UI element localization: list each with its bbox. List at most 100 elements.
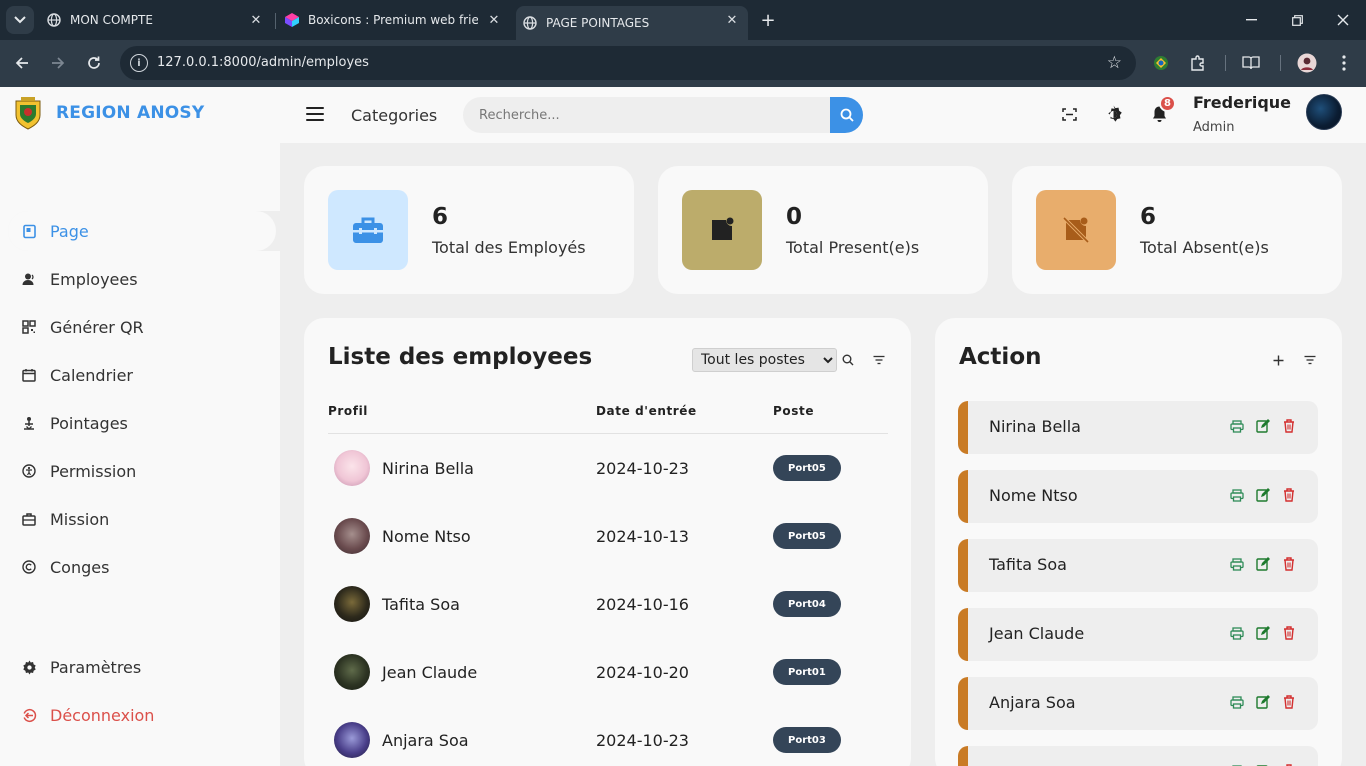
close-icon[interactable]: ✕	[722, 10, 742, 30]
employee-date: 2024-10-13	[596, 527, 689, 546]
sidebar-item-permission[interactable]: Permission	[8, 451, 280, 491]
print-icon[interactable]	[1229, 694, 1245, 710]
tab-divider	[275, 13, 276, 29]
panel-title: Liste des employees	[328, 344, 593, 370]
reload-button[interactable]	[82, 51, 106, 75]
action-item: Nirina Bella	[958, 401, 1318, 454]
filter-icon[interactable]	[871, 352, 887, 368]
fullscreen-button[interactable]	[1058, 103, 1080, 125]
profile-avatar-icon[interactable]	[1296, 52, 1318, 74]
stat-value: 0	[786, 204, 803, 230]
filter-icon[interactable]	[1302, 352, 1318, 368]
trash-icon[interactable]	[1281, 625, 1297, 641]
notification-badge: 8	[1159, 95, 1176, 112]
reading-mode-icon[interactable]	[1240, 52, 1262, 74]
table-row[interactable]: Anjara Soa 2024-10-23 Port03	[328, 706, 888, 766]
theme-toggle-button[interactable]	[1102, 103, 1124, 125]
edit-icon[interactable]	[1255, 625, 1271, 641]
edit-icon[interactable]	[1255, 487, 1271, 503]
sidebar-item-label: Permission	[50, 461, 137, 481]
restore-button[interactable]	[1282, 8, 1312, 32]
print-icon[interactable]	[1229, 487, 1245, 503]
accessibility-icon	[20, 462, 38, 480]
brand[interactable]: REGION ANOSY	[12, 95, 204, 131]
globe-icon	[46, 12, 62, 28]
edit-icon[interactable]	[1255, 418, 1271, 434]
action-item: Tafita Soa	[958, 539, 1318, 592]
sidebar-item-deconnexion[interactable]: Déconnexion	[8, 695, 280, 735]
table-row[interactable]: Nirina Bella 2024-10-23 Port05	[328, 434, 888, 494]
add-icon[interactable]	[1270, 352, 1286, 368]
region-logo-icon	[15, 97, 41, 130]
forward-button[interactable]	[46, 51, 70, 75]
stat-card-present: 0 Total Present(e)s	[658, 166, 988, 294]
trash-icon[interactable]	[1281, 556, 1297, 572]
action-item-name: Anjara Soa	[989, 693, 1076, 712]
notification-button[interactable]: 8	[1148, 95, 1176, 125]
employee-name: Nome Ntso	[382, 527, 471, 546]
close-icon[interactable]: ✕	[246, 10, 266, 30]
print-icon[interactable]	[1229, 625, 1245, 641]
column-header-date: Date d'entrée	[596, 404, 697, 418]
table-row[interactable]: Nome Ntso 2024-10-13 Port05	[328, 502, 888, 562]
menu-toggle-icon[interactable]	[306, 107, 324, 121]
browser-menu-icon[interactable]	[1333, 52, 1355, 74]
search-icon[interactable]	[840, 352, 856, 368]
table-row[interactable]: Jean Claude 2024-10-20 Port01	[328, 638, 888, 698]
trash-icon[interactable]	[1281, 487, 1297, 503]
site-info-icon[interactable]: i	[130, 54, 148, 72]
sidebar-item-parametres[interactable]: Paramètres	[8, 647, 280, 687]
employee-avatar	[334, 450, 370, 486]
back-button[interactable]	[10, 51, 34, 75]
sidebar-item-employees[interactable]: Employees	[8, 259, 280, 299]
minimize-button[interactable]	[1236, 8, 1266, 32]
toolbar-divider	[1225, 55, 1226, 71]
sidebar-item-generer-qr[interactable]: Générer QR	[8, 307, 280, 347]
print-icon[interactable]	[1229, 556, 1245, 572]
bookmark-star-icon[interactable]: ☆	[1107, 53, 1122, 73]
sidebar-item-label: Générer QR	[50, 317, 144, 337]
poste-badge: Port03	[773, 727, 841, 753]
address-bar[interactable]: i 127.0.0.1:8000/admin/employes ☆	[120, 46, 1136, 80]
sidebar-item-page[interactable]: Page	[8, 211, 280, 251]
sidebar-item-pointages[interactable]: Pointages	[8, 403, 280, 443]
employee-name: Anjara Soa	[382, 731, 469, 750]
print-icon[interactable]	[1229, 418, 1245, 434]
browser-tab-mon-compte[interactable]: MON COMPTE ✕	[40, 6, 272, 34]
poste-filter-select[interactable]: Tout les postes	[692, 348, 837, 372]
sidebar-item-calendrier[interactable]: Calendrier	[8, 355, 280, 395]
stat-card-absent: 6 Total Absent(e)s	[1012, 166, 1342, 294]
edit-icon[interactable]	[1255, 694, 1271, 710]
categories-link[interactable]: Categories	[351, 106, 437, 125]
close-icon[interactable]: ✕	[484, 10, 504, 30]
close-window-button[interactable]	[1328, 8, 1358, 32]
browser-tab-boxicons[interactable]: Boxicons : Premium web friendly ✕	[278, 6, 510, 34]
trash-icon[interactable]	[1281, 694, 1297, 710]
sidebar-item-mission[interactable]: Mission	[8, 499, 280, 539]
sidebar-item-conges[interactable]: Conges	[8, 547, 280, 587]
employee-name: Tafita Soa	[382, 595, 460, 614]
close-icon	[1337, 14, 1349, 26]
tab-title: MON COMPTE	[70, 13, 153, 27]
browser-tab-page-pointages[interactable]: PAGE POINTAGES ✕	[516, 6, 748, 40]
sidebar-item-label: Mission	[50, 509, 110, 529]
tab-search-button[interactable]	[6, 6, 34, 34]
toolbar-divider	[1280, 55, 1281, 71]
chevron-down-icon	[14, 16, 26, 24]
extension-icon[interactable]	[1150, 52, 1172, 74]
new-tab-button[interactable]: +	[756, 8, 780, 32]
extensions-puzzle-icon[interactable]	[1187, 52, 1209, 74]
sidebar-item-label: Conges	[50, 557, 110, 577]
table-row[interactable]: Tafita Soa 2024-10-16 Port04	[328, 570, 888, 630]
user-avatar[interactable]	[1306, 94, 1342, 130]
edit-icon[interactable]	[1255, 556, 1271, 572]
search-button[interactable]	[830, 97, 863, 133]
search-input[interactable]	[463, 97, 830, 133]
browser-tab-bar: MON COMPTE ✕ Boxicons : Premium web frie…	[0, 0, 1366, 40]
trash-icon[interactable]	[1281, 418, 1297, 434]
poste-badge: Port01	[773, 659, 841, 685]
dashboard-icon	[20, 222, 38, 240]
employee-avatar	[334, 586, 370, 622]
url-text: 127.0.0.1:8000/admin/employes	[157, 55, 369, 70]
minimize-icon	[1245, 19, 1257, 21]
